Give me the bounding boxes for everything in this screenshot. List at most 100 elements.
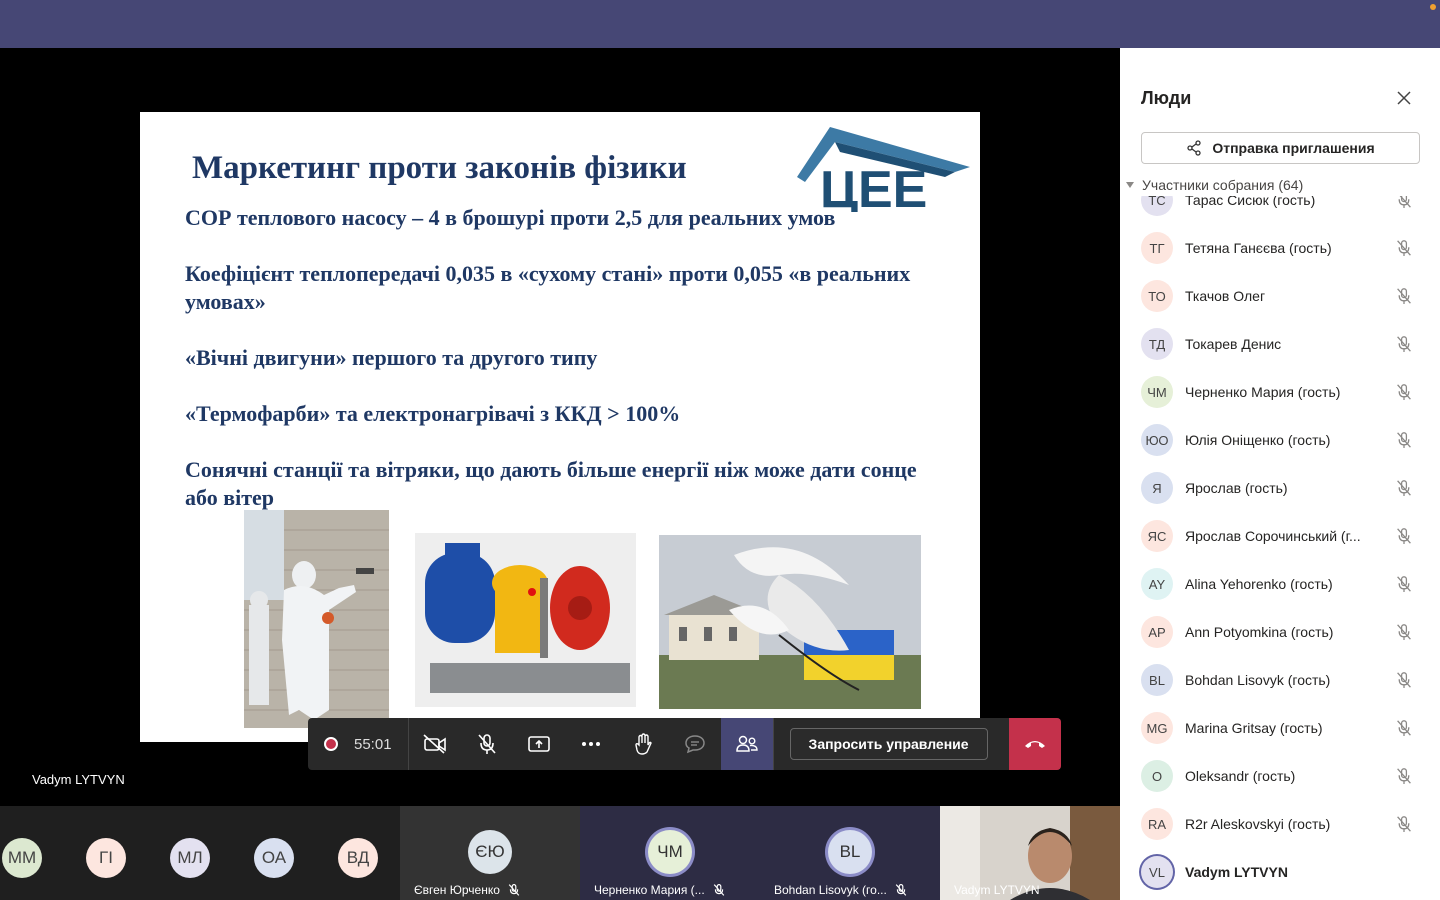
participant-name: Ann Potyomkina (гость) [1185, 624, 1334, 640]
participants-list: ТС Тарас Сисюк (гость) ТГ Тетяна Ганєєва (г… [1120, 196, 1440, 900]
participant-name: Тетяна Ганєєва (гость) [1185, 240, 1332, 256]
participant-row[interactable]: AY Alina Yehorenko (гость) [1120, 560, 1440, 608]
participants-button[interactable] [720, 718, 773, 770]
close-icon[interactable] [1396, 90, 1412, 106]
hang-up-button[interactable] [1009, 718, 1061, 770]
participant-row[interactable]: BL Bohdan Lisovyk (гость) [1120, 656, 1440, 704]
section-label: Участники собрания (64) [1142, 177, 1304, 193]
avatar: AY [1141, 568, 1173, 600]
participant-name: Токарев Денис [1185, 336, 1282, 352]
cee-logo: ЦЕЕ [797, 127, 970, 212]
participant-row[interactable]: AP Ann Potyomkina (гость) [1120, 608, 1440, 656]
divider [772, 718, 774, 770]
spray-worker-photo [244, 510, 389, 728]
call-timer: 55:01 [354, 735, 392, 753]
avatar: ТС [1141, 196, 1173, 216]
mic-off-icon [713, 884, 724, 896]
participant-row[interactable]: O Oleksandr (гость) [1120, 752, 1440, 800]
avatar: BL [828, 830, 872, 874]
mic-off-icon [1397, 528, 1411, 544]
participant-tile[interactable]: BL Bohdan Lisovyk (го... [760, 806, 940, 900]
invite-label: Отправка приглашения [1212, 140, 1375, 156]
mic-off-icon [1397, 816, 1411, 832]
mic-off-icon [1397, 720, 1411, 736]
share-icon [1187, 140, 1201, 156]
avatar[interactable]: ВД [338, 838, 378, 878]
mic-off-icon [1397, 288, 1411, 304]
mic-off-icon [508, 884, 520, 896]
participant-name: Oleksandr (гость) [1185, 768, 1296, 784]
participant-name: Тарас Сисюк (гость) [1185, 196, 1316, 208]
people-icon [735, 735, 758, 752]
participant-name: Alina Yehorenko (гость) [1185, 576, 1333, 592]
participant-row[interactable]: ЮО Юлія Оніщенко (гость) [1120, 416, 1440, 464]
participant-tile[interactable]: ЧМ Черненко Мария (... [580, 806, 760, 900]
tile-name-label: Євген Юрченко [414, 883, 500, 897]
avatar: ТО [1141, 280, 1173, 312]
avatar: ТД [1141, 328, 1173, 360]
share-tray-icon [527, 736, 550, 752]
avatar: ЮО [1141, 424, 1173, 456]
hang-up-icon [1025, 741, 1045, 748]
raise-hand-button[interactable] [617, 718, 669, 770]
avatar[interactable]: MM [2, 838, 42, 878]
participant-name: Юлія Оніщенко (гость) [1185, 432, 1331, 448]
participant-name: Vadym LYTVYN [1185, 864, 1288, 880]
avatar[interactable]: ОА [254, 838, 294, 878]
avatar: ЯС [1141, 520, 1173, 552]
avatar: AP [1141, 616, 1173, 648]
participant-name: Marina Gritsay (гость) [1185, 720, 1323, 736]
call-control-bar: 55:01 Запросить управление [308, 718, 1061, 770]
share-invite-button[interactable]: Отправка приглашения [1141, 132, 1420, 164]
video-gallery-strip: MM ГІ МЛ ОА ВД ЄЮ Євген Юрченко ЧМ Черне… [0, 806, 1120, 900]
avatar[interactable]: МЛ [170, 838, 210, 878]
avatar[interactable]: ГІ [86, 838, 126, 878]
camera-off-icon [423, 734, 446, 754]
tile-name-label: Vadym LYTVYN [954, 883, 1040, 897]
avatar: ТГ [1141, 232, 1173, 264]
slide-line-5: Сонячні станції та вітряки, що дають біл… [185, 457, 917, 510]
participant-row[interactable]: Я Ярослав (гость) [1120, 464, 1440, 512]
avatar: RA [1141, 808, 1173, 840]
participant-name: Черненко Мария (гость) [1185, 384, 1341, 400]
participant-name: Ткачов Олег [1185, 288, 1266, 304]
mic-off-icon [477, 734, 496, 754]
avatar: BL [1141, 664, 1173, 696]
mic-off-icon [1397, 672, 1411, 688]
participant-row[interactable]: ЧМ Черненко Мария (гость) [1120, 368, 1440, 416]
chat-button[interactable] [669, 718, 721, 770]
slide-line-2: Коефіцієнт теплопередачі 0,035 в «сухому… [185, 261, 911, 314]
participant-row[interactable]: ТГ Тетяна Ганєєва (гость) [1120, 224, 1440, 272]
presenter-name: Vadym LYTVYN [32, 772, 125, 787]
participant-row[interactable]: VL Vadym LYTVYN [1120, 848, 1440, 896]
tile-name-label: Черненко Мария (... [594, 883, 705, 897]
mic-off-icon [1397, 624, 1411, 640]
participants-section-header[interactable]: Участники собрания (64) [1126, 177, 1303, 193]
more-actions-button[interactable] [565, 718, 617, 770]
mic-off-icon [895, 884, 907, 896]
tile-name: Черненко Мария (... [594, 883, 725, 897]
participant-tile[interactable]: ЄЮ Євген Юрченко [400, 806, 580, 900]
mic-toggle-button[interactable] [461, 718, 513, 770]
participant-video-tile[interactable]: Vadym LYTVYN [940, 806, 1120, 900]
participant-name: R2r Aleskovskyi (гость) [1185, 816, 1331, 832]
participant-row[interactable]: ТО Ткачов Олег [1120, 272, 1440, 320]
more-dots-icon [581, 742, 600, 746]
participant-row[interactable]: RA R2r Aleskovskyi (гость) [1120, 800, 1440, 848]
share-screen-button[interactable] [513, 718, 565, 770]
participant-row[interactable]: ТС Тарас Сисюк (гость) [1120, 196, 1440, 224]
mic-off-icon [1397, 576, 1411, 592]
slide-title: Маркетинг проти законів фізики [192, 150, 687, 186]
avatar: ЧМ [1141, 376, 1173, 408]
avatar: MG [1141, 712, 1173, 744]
tile-name: Євген Юрченко [414, 883, 520, 897]
participant-row[interactable]: ТД Токарев Денис [1120, 320, 1440, 368]
request-control-button[interactable]: Запросить управление [789, 728, 988, 760]
avatar: Я [1141, 472, 1173, 504]
avatar: VL [1141, 856, 1173, 888]
participant-row[interactable]: ЯС Ярослав Сорочинський (г... [1120, 512, 1440, 560]
camera-toggle-button[interactable] [409, 718, 461, 770]
slide-line-1: СОР теплового насосу – 4 в брошурі проти… [185, 205, 836, 230]
tile-name: Vadym LYTVYN [954, 883, 1040, 897]
participant-row[interactable]: MG Marina Gritsay (гость) [1120, 704, 1440, 752]
